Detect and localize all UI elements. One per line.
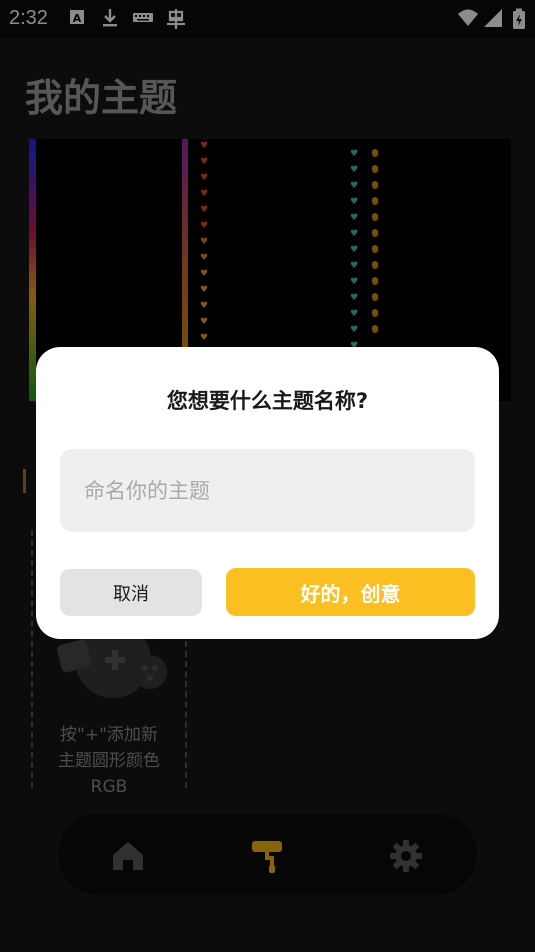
cancel-button[interactable]: 取消 [60, 569, 202, 616]
dialog-title: 您想要什么主题名称? [166, 389, 369, 413]
confirm-button[interactable]: 好的，创意 [226, 568, 475, 616]
theme-name-dialog: 您想要什么主题名称? 取消 好的，创意 [36, 347, 499, 639]
theme-name-input[interactable] [60, 449, 475, 532]
